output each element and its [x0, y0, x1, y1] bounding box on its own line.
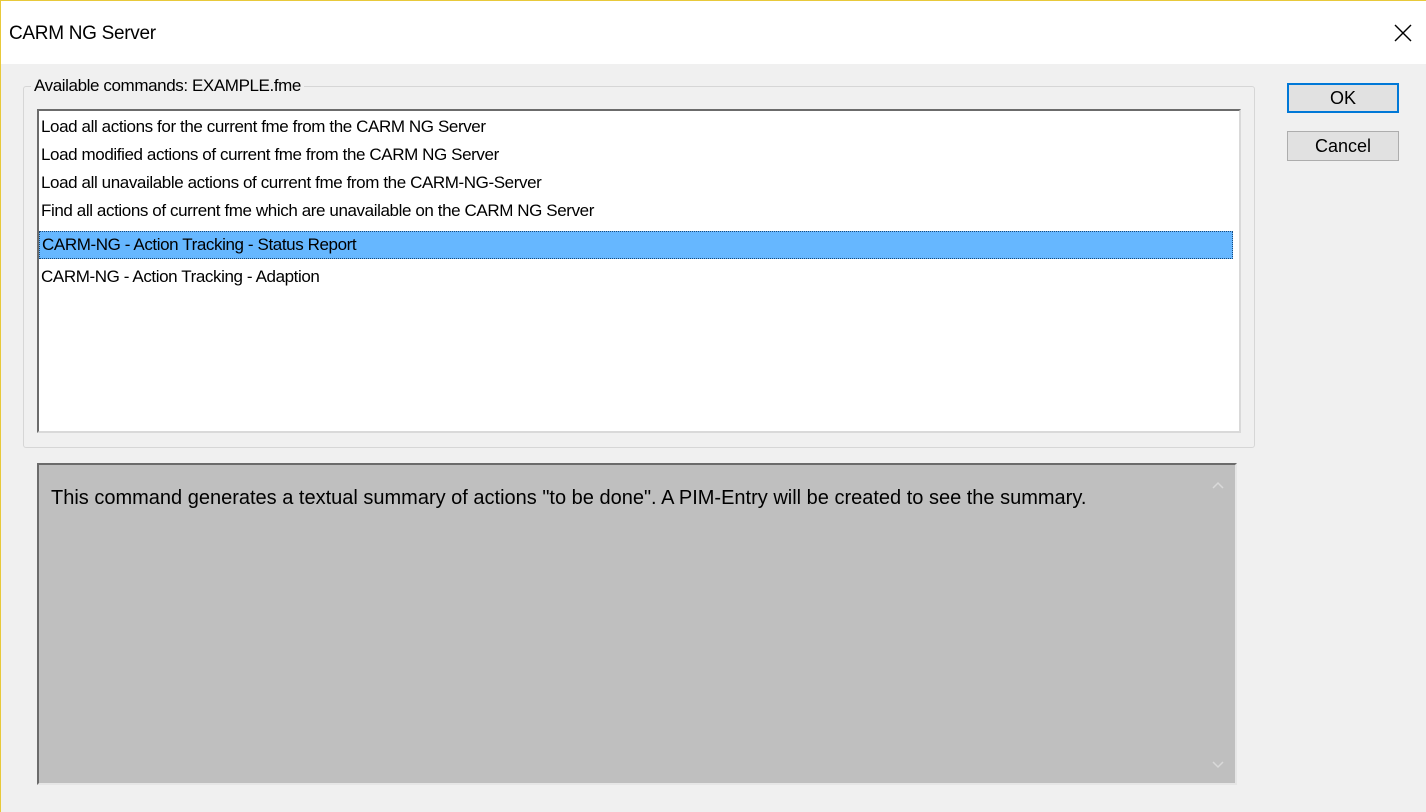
command-item-status-report[interactable]: CARM-NG - Action Tracking - Status Repor…	[39, 231, 1233, 259]
close-button[interactable]	[1380, 1, 1426, 64]
commands-listbox[interactable]: Load all actions for the current fme fro…	[37, 109, 1241, 433]
title-bar: CARM NG Server	[1, 1, 1426, 64]
command-item-find-unavailable[interactable]: Find all actions of current fme which ar…	[39, 197, 1233, 225]
cancel-button[interactable]: Cancel	[1287, 131, 1399, 161]
dialog-window: CARM NG Server Available commands: EXAMP…	[0, 0, 1426, 812]
description-scrollbar[interactable]	[1201, 465, 1235, 783]
description-textarea[interactable]: This command generates a textual summary…	[37, 463, 1237, 785]
close-icon	[1394, 24, 1412, 42]
ok-button[interactable]: OK	[1287, 83, 1399, 113]
command-item-load-all[interactable]: Load all actions for the current fme fro…	[39, 113, 1233, 141]
window-title: CARM NG Server	[9, 23, 156, 44]
command-item-adaption[interactable]: CARM-NG - Action Tracking - Adaption	[39, 263, 1233, 291]
chevron-up-icon[interactable]	[1210, 477, 1226, 493]
chevron-down-icon[interactable]	[1210, 757, 1226, 773]
command-item-load-modified[interactable]: Load modified actions of current fme fro…	[39, 141, 1233, 169]
commands-group-label: Available commands: EXAMPLE.fme	[31, 76, 304, 96]
command-item-load-unavailable[interactable]: Load all unavailable actions of current …	[39, 169, 1233, 197]
description-text: This command generates a textual summary…	[51, 487, 1087, 509]
